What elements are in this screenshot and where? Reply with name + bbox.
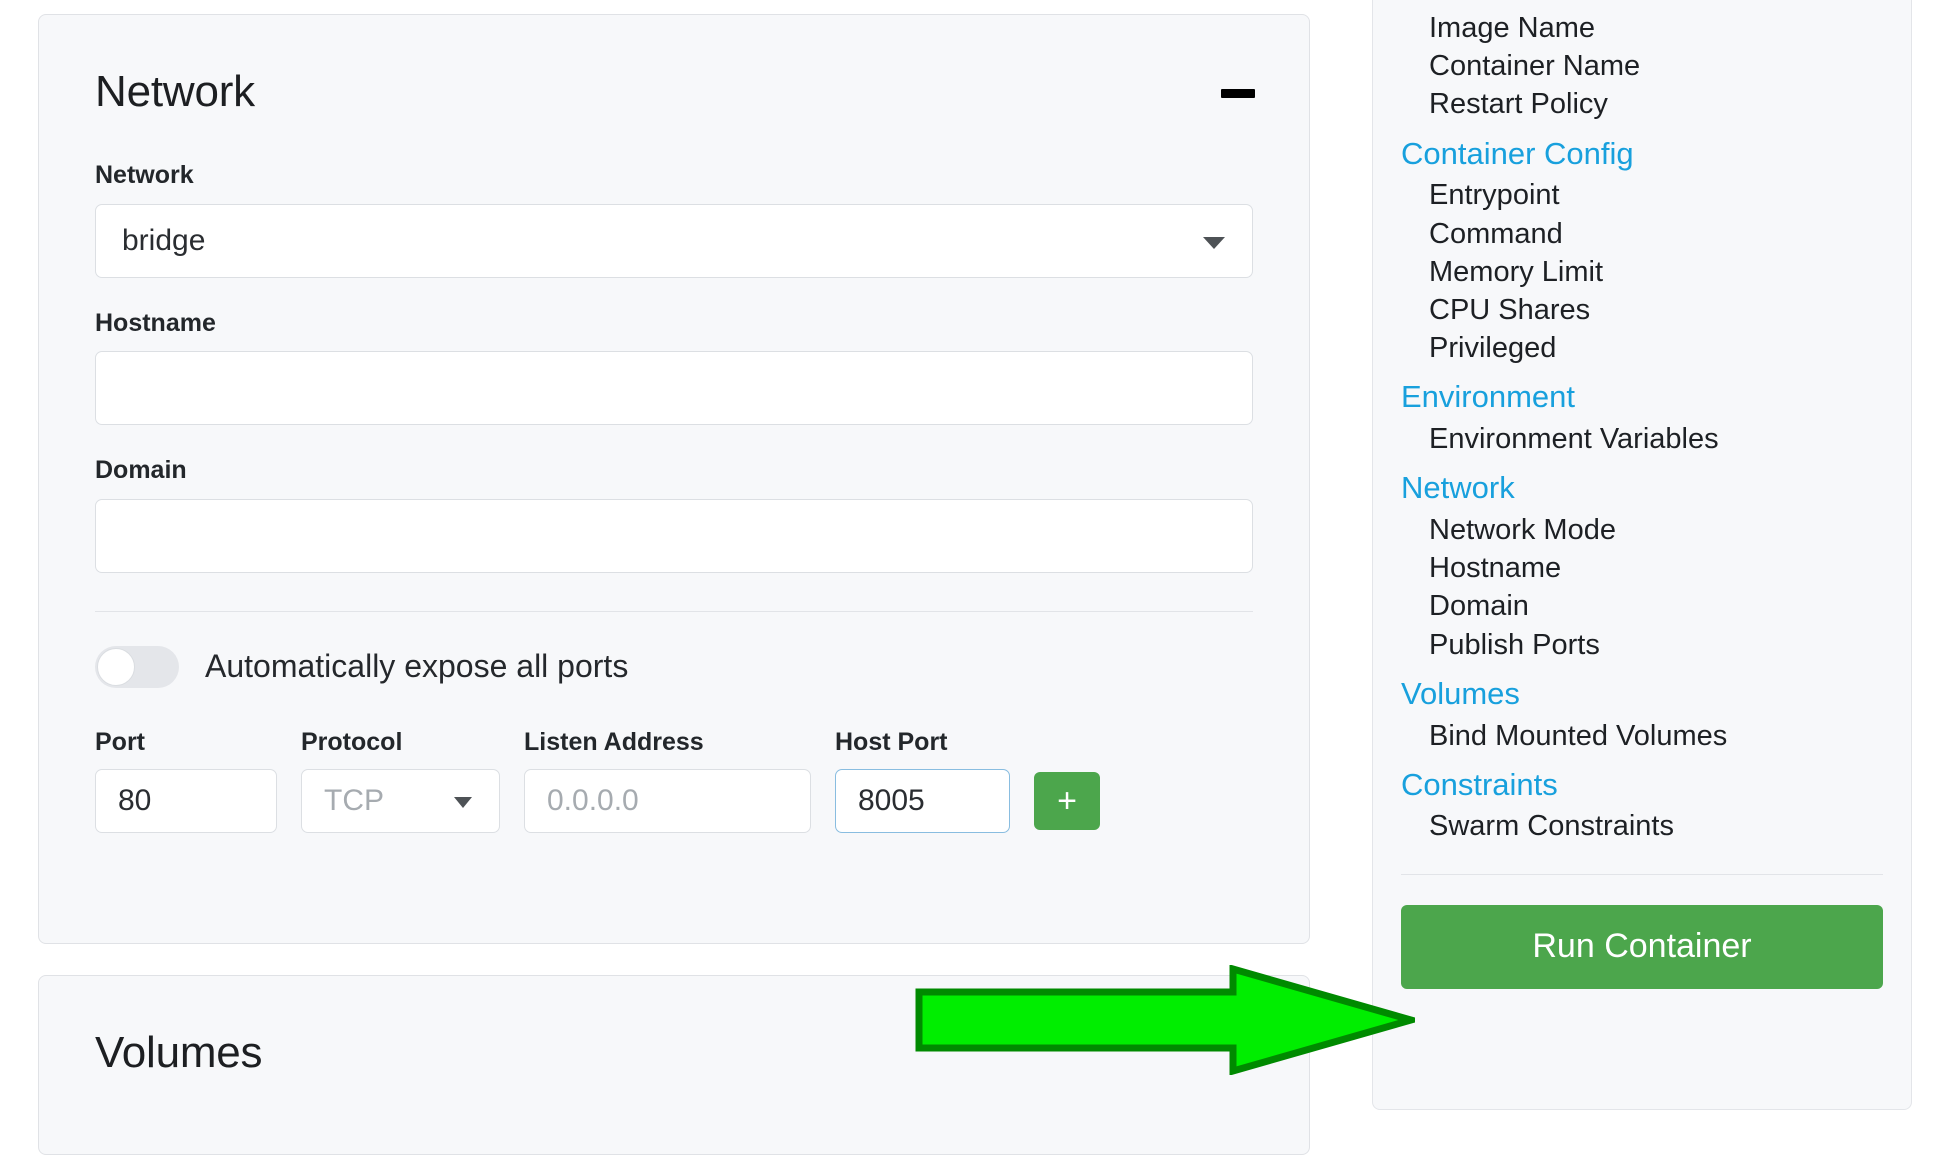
sidebar-item-container-name[interactable]: Container Name [1373, 47, 1911, 85]
add-port-button[interactable]: + [1034, 772, 1100, 830]
sidebar-item-memory-limit[interactable]: Memory Limit [1373, 253, 1911, 291]
volumes-panel-title: Volumes [39, 976, 1309, 1075]
app-root: Network Network bridge Hostname [0, 0, 1956, 1158]
protocol-select[interactable]: TCP [301, 769, 500, 833]
expose-all-ports-label: Automatically expose all ports [205, 648, 628, 685]
port-column-header: Port [95, 728, 277, 757]
sidebar-item-cpu-shares[interactable]: CPU Shares [1373, 291, 1911, 329]
hostname-field-group: Hostname [95, 310, 1253, 426]
config-summary-sidebar: Image Name Container Name Restart Policy… [1372, 0, 1912, 1110]
left-column: Network Network bridge Hostname [38, 14, 1310, 1155]
network-select-value: bridge [122, 224, 205, 258]
volumes-panel: Volumes [38, 975, 1310, 1155]
sidebar-item-swarm-constraints[interactable]: Swarm Constraints [1373, 807, 1911, 845]
listen-address-column-header: Listen Address [524, 728, 811, 757]
protocol-select-value: TCP [324, 784, 384, 818]
ports-table-header: Port Protocol Listen Address Host Port [95, 728, 1253, 757]
network-select-wrap: bridge [95, 204, 1253, 278]
listen-address-input[interactable] [524, 769, 811, 833]
sidebar-item-privileged[interactable]: Privileged [1373, 329, 1911, 367]
sidebar-group-title-container-config[interactable]: Container Config [1373, 124, 1911, 177]
sidebar-item-network-mode[interactable]: Network Mode [1373, 511, 1911, 549]
hostname-field-label: Hostname [95, 310, 1253, 338]
protocol-column-header: Protocol [301, 728, 500, 757]
sidebar-item-publish-ports[interactable]: Publish Ports [1373, 626, 1911, 664]
sidebar-group-network: Network Network Mode Hostname Domain Pub… [1373, 458, 1911, 664]
sidebar-item-command[interactable]: Command [1373, 215, 1911, 253]
sidebar-item-bind-mounted-volumes[interactable]: Bind Mounted Volumes [1373, 717, 1911, 755]
sidebar-item-restart-policy[interactable]: Restart Policy [1373, 85, 1911, 123]
port-input[interactable] [95, 769, 277, 833]
expose-ports-row: Automatically expose all ports [95, 646, 1253, 688]
sidebar-group-constraints: Constraints Swarm Constraints [1373, 755, 1911, 846]
host-port-input[interactable] [835, 769, 1010, 833]
expose-all-ports-toggle[interactable] [95, 646, 179, 688]
run-container-button[interactable]: Run Container [1401, 905, 1883, 989]
sidebar-item-domain[interactable]: Domain [1373, 587, 1911, 625]
network-panel-title: Network [39, 15, 1309, 114]
domain-field-label: Domain [95, 457, 1253, 485]
domain-field-group: Domain [95, 457, 1253, 573]
minus-icon[interactable] [1221, 89, 1255, 98]
network-form: Network bridge Hostname Domain [39, 162, 1309, 833]
sidebar-group-title-environment[interactable]: Environment [1373, 367, 1911, 420]
sidebar-group-title-volumes[interactable]: Volumes [1373, 664, 1911, 717]
sidebar-group-title-network[interactable]: Network [1373, 458, 1911, 511]
sidebar-item-environment-variables[interactable]: Environment Variables [1373, 420, 1911, 458]
sidebar-item-entrypoint[interactable]: Entrypoint [1373, 176, 1911, 214]
sidebar-group-title-constraints[interactable]: Constraints [1373, 755, 1911, 808]
sidebar-group-volumes: Volumes Bind Mounted Volumes [1373, 664, 1911, 755]
sidebar-divider [1401, 874, 1883, 875]
protocol-select-wrap: TCP [301, 769, 500, 833]
network-panel: Network Network bridge Hostname [38, 14, 1310, 944]
host-port-column-header: Host Port [835, 728, 1010, 757]
sidebar-nav: Image Name Container Name Restart Policy… [1373, 0, 1911, 989]
sidebar-item-hostname[interactable]: Hostname [1373, 549, 1911, 587]
sidebar-group-container-config: Container Config Entrypoint Command Memo… [1373, 124, 1911, 368]
ports-table-row: TCP + [95, 769, 1253, 833]
network-field-group: Network bridge [95, 162, 1253, 278]
section-divider [95, 611, 1253, 612]
network-select[interactable]: bridge [95, 204, 1253, 278]
sidebar-group-environment: Environment Environment Variables [1373, 367, 1911, 458]
hostname-input[interactable] [95, 351, 1253, 425]
toggle-knob [97, 648, 135, 686]
sidebar-item-image-name[interactable]: Image Name [1373, 9, 1911, 47]
sidebar-group-image-config: Image Name Container Name Restart Policy [1373, 9, 1911, 124]
network-field-label: Network [95, 162, 1253, 190]
domain-input[interactable] [95, 499, 1253, 573]
